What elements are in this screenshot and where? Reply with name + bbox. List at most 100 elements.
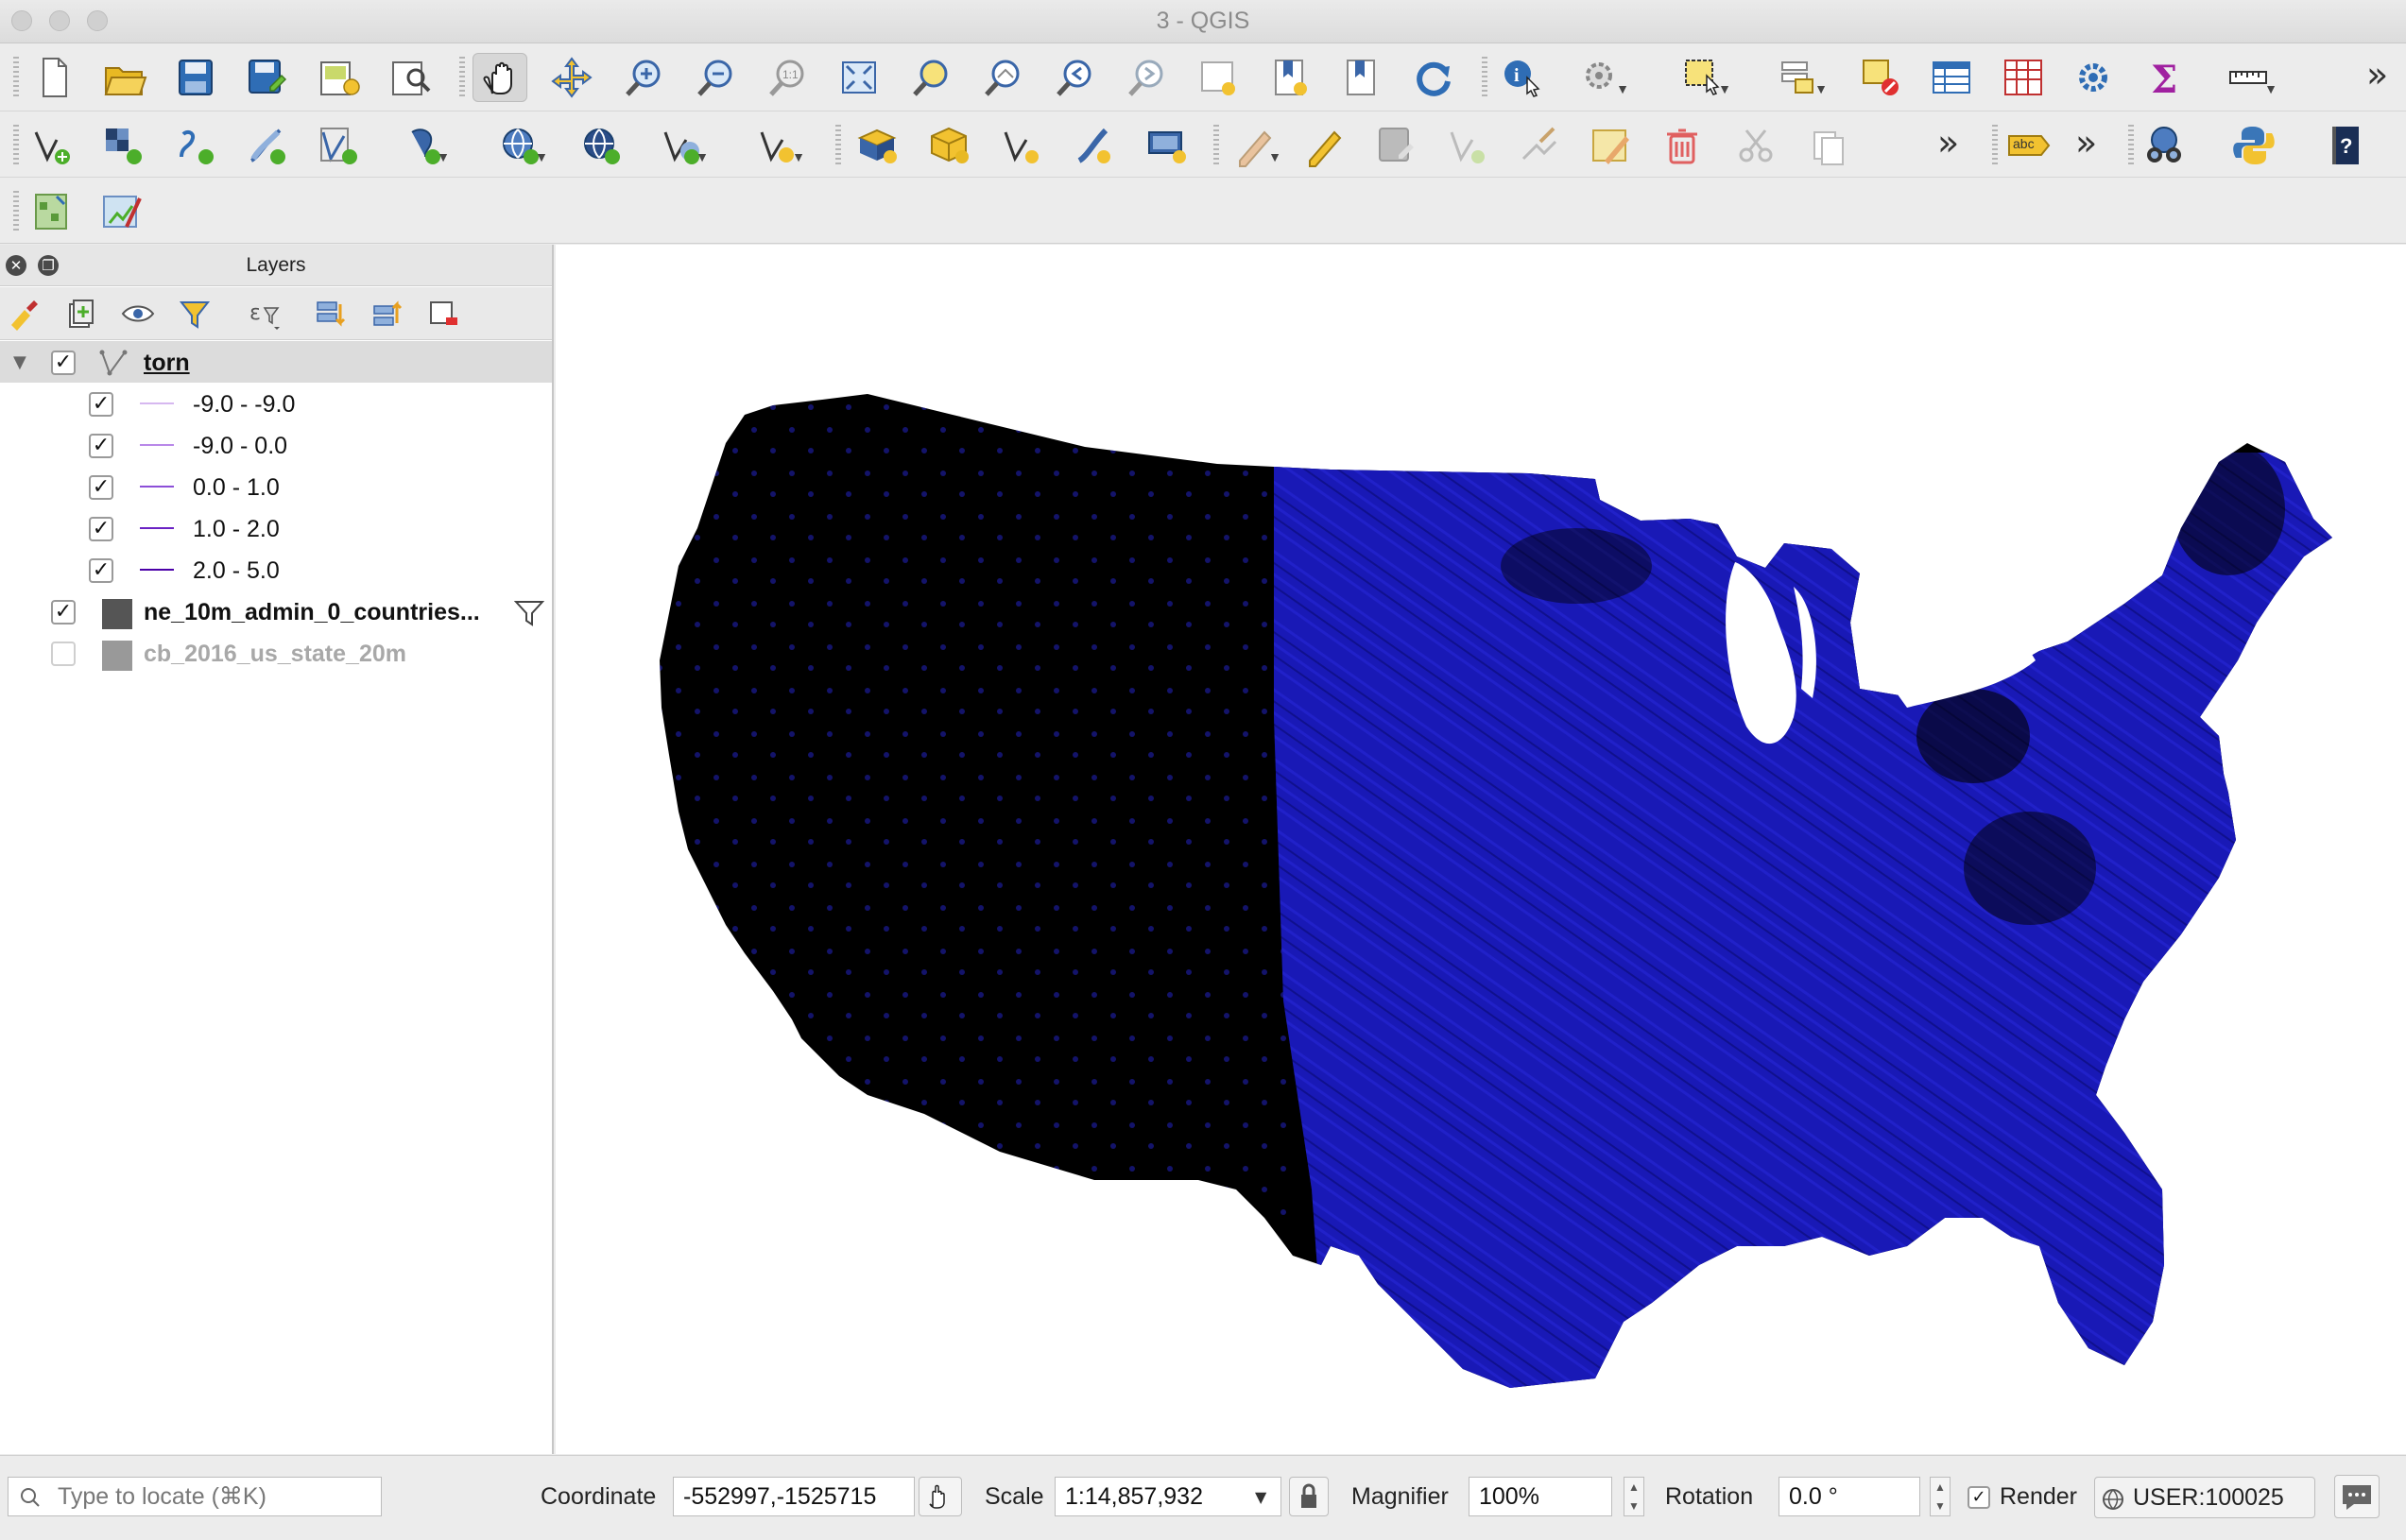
save-as-icon[interactable]	[240, 53, 295, 102]
class-visibility-checkbox[interactable]: ✓	[89, 392, 113, 417]
toolbar-overflow-chevron-icon[interactable]: »	[2075, 125, 2097, 161]
class-visibility-checkbox[interactable]: ✓	[89, 475, 113, 500]
help-icon[interactable]: ?	[2317, 121, 2372, 170]
toolbar-grip[interactable]	[13, 191, 19, 231]
layout-manager-icon[interactable]	[384, 53, 438, 102]
toolbar-grip[interactable]	[1213, 125, 1219, 164]
layer-visibility-checkbox[interactable]	[51, 642, 76, 666]
statistical-summary-icon[interactable]	[1996, 53, 2051, 102]
toolbar-grip[interactable]	[459, 57, 465, 96]
layer-row-countries[interactable]: ✓ ne_10m_admin_0_countries...	[0, 590, 552, 632]
manage-visibility-icon[interactable]	[119, 295, 157, 333]
magnifier-stepper[interactable]: ▲ ▼	[1624, 1477, 1644, 1516]
filter-legend-icon[interactable]	[176, 295, 214, 333]
add-group-icon[interactable]	[62, 295, 100, 333]
coordinate-field[interactable]: -552997,-1525715	[673, 1477, 915, 1516]
add-feature-icon[interactable]	[1440, 121, 1495, 170]
add-wcs-layer-icon[interactable]: ▼	[654, 121, 709, 170]
render-checkbox[interactable]: ✓	[1968, 1486, 1990, 1509]
new-map-view-icon[interactable]	[1191, 53, 1246, 102]
add-delimited-text-icon[interactable]	[168, 121, 223, 170]
measure-icon[interactable]: ▼	[2223, 53, 2277, 102]
legend-class-row[interactable]: ✓ 0.0 - 1.0	[0, 466, 552, 507]
toolbar-grip[interactable]	[13, 57, 19, 96]
lock-scale-icon[interactable]	[1289, 1477, 1329, 1516]
zoom-last-icon[interactable]	[1047, 53, 1102, 102]
new-shapefile-layer-icon[interactable]	[922, 121, 977, 170]
georeferencer-icon[interactable]	[25, 187, 79, 236]
save-project-icon[interactable]	[168, 53, 223, 102]
us-map[interactable]	[556, 245, 2406, 1454]
legend-class-row[interactable]: ✓ 2.0 - 5.0	[0, 549, 552, 590]
identify-icon[interactable]: i	[1495, 53, 1550, 102]
zoom-out-icon[interactable]	[688, 53, 743, 102]
zoom-full-icon[interactable]	[832, 53, 886, 102]
rotation-field[interactable]: 0.0 °	[1779, 1477, 1920, 1516]
layer-row-torn[interactable]: ▼ ✓ torn	[0, 341, 552, 383]
add-virtual-layer-icon[interactable]	[312, 121, 367, 170]
processing-toolbox-icon[interactable]	[2066, 53, 2121, 102]
pan-icon[interactable]	[473, 53, 527, 102]
collapse-all-icon[interactable]	[369, 295, 406, 333]
new-virtual-layer-icon[interactable]	[1066, 121, 1121, 170]
class-visibility-checkbox[interactable]: ✓	[89, 517, 113, 541]
add-mesh-layer-icon[interactable]: ▼	[750, 121, 805, 170]
label-icon[interactable]: abc	[2002, 121, 2056, 170]
map-canvas[interactable]	[556, 245, 2406, 1454]
open-project-icon[interactable]	[96, 53, 151, 102]
layer-visibility-checkbox[interactable]: ✓	[51, 600, 76, 625]
toolbar-grip[interactable]	[1482, 57, 1487, 96]
cut-features-icon[interactable]	[1729, 121, 1784, 170]
new-geopackage-layer-icon[interactable]	[851, 121, 905, 170]
toolbar-grip[interactable]	[13, 125, 19, 164]
new-temp-layer-icon[interactable]	[994, 121, 1049, 170]
current-edits-icon[interactable]: ▼	[1227, 121, 1281, 170]
toolbar-grip[interactable]	[2128, 125, 2134, 164]
add-wms-layer-icon[interactable]: ▼	[493, 121, 548, 170]
modify-attributes-icon[interactable]	[1584, 121, 1639, 170]
toolbar-grip[interactable]	[835, 125, 841, 164]
new-print-layout-icon[interactable]	[312, 53, 367, 102]
deselect-all-icon[interactable]	[1854, 53, 1909, 102]
pan-to-selection-icon[interactable]	[544, 53, 599, 102]
chevron-down-icon[interactable]: ▼	[1255, 1488, 1266, 1506]
python-console-icon[interactable]	[2226, 121, 2281, 170]
open-attribute-table-icon[interactable]	[1924, 53, 1979, 102]
copy-features-icon[interactable]	[1801, 121, 1856, 170]
new-project-icon[interactable]	[26, 53, 81, 102]
magnifier-field[interactable]: 100%	[1469, 1477, 1612, 1516]
add-postgis-layer-icon[interactable]: ▼	[395, 121, 450, 170]
filter-icon[interactable]	[514, 600, 544, 628]
crs-button[interactable]: USER:100025	[2094, 1477, 2315, 1518]
style-editor-icon[interactable]	[95, 187, 149, 236]
add-vector-layer-icon[interactable]	[25, 121, 79, 170]
scale-combobox[interactable]: 1:14,857,932	[1055, 1477, 1281, 1516]
class-visibility-checkbox[interactable]: ✓	[89, 434, 113, 458]
expand-all-icon[interactable]	[312, 295, 350, 333]
messages-icon[interactable]	[2334, 1475, 2380, 1518]
layer-row-states[interactable]: cb_2016_us_state_20m	[0, 632, 552, 674]
show-bookmarks-icon[interactable]	[1334, 53, 1389, 102]
remove-layer-icon[interactable]	[425, 295, 463, 333]
zoom-to-selection-icon[interactable]	[903, 53, 958, 102]
add-wfs-layer-icon[interactable]	[575, 121, 629, 170]
select-features-icon[interactable]: ▼	[1676, 53, 1731, 102]
delete-selected-icon[interactable]	[1656, 121, 1710, 170]
toolbar-overflow-chevron-icon[interactable]: »	[1937, 125, 1959, 161]
zoom-in-icon[interactable]	[616, 53, 671, 102]
filter-by-expression-icon[interactable]: ε	[246, 295, 284, 333]
rotation-stepper[interactable]: ▲ ▼	[1930, 1477, 1951, 1516]
vertex-tool-icon[interactable]	[1512, 121, 1567, 170]
save-edits-icon[interactable]	[1368, 121, 1423, 170]
toolbar-grip[interactable]	[1992, 125, 1998, 164]
digitize-icon[interactable]	[1140, 121, 1194, 170]
zoom-native-icon[interactable]: 1:1	[760, 53, 815, 102]
legend-class-row[interactable]: ✓ -9.0 - -9.0	[0, 383, 552, 424]
legend-class-row[interactable]: ✓ 1.0 - 2.0	[0, 507, 552, 549]
field-calculator-icon[interactable]: Σ	[2138, 53, 2192, 102]
select-by-value-icon[interactable]: ▼	[1773, 53, 1828, 102]
open-styling-icon[interactable]	[6, 295, 43, 333]
toggle-extents-mouse-icon[interactable]	[919, 1477, 962, 1516]
refresh-icon[interactable]	[1406, 53, 1461, 102]
class-visibility-checkbox[interactable]: ✓	[89, 558, 113, 583]
